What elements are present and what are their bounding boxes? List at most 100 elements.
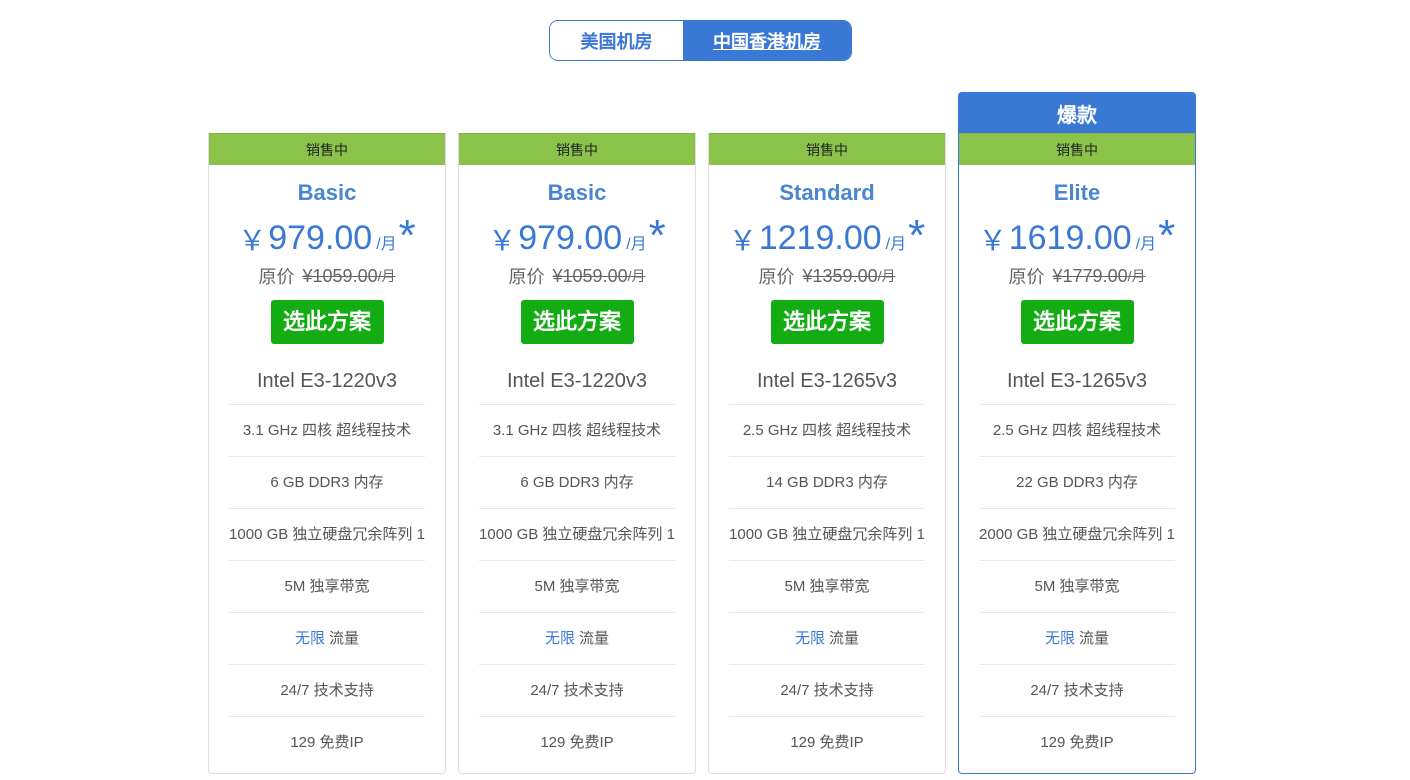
original-price-amount: ¥1779.00 [1052,265,1128,286]
original-price-amount: ¥1059.00 [302,265,378,286]
price-amount: 1219.00 [758,219,882,257]
traffic-label: 流量 [329,630,360,647]
spec-traffic: 无限 流量 [479,613,675,665]
currency-symbol: ￥ [978,225,1007,256]
button-wrap: 选此方案 [459,300,695,344]
traffic-highlight: 无限 [544,630,575,647]
spec-cpu-speed: 2.5 GHz 四核 超线程技术 [729,405,925,457]
original-price: 原价 ¥1359.00/月 [709,264,945,288]
spec-bandwidth: 5M 独享带宽 [979,561,1175,613]
datacenter-tabs: 美国机房 中国香港机房 [549,20,852,61]
price-unit: /月 [1135,236,1157,253]
cpu-model: Intel E3-1265v3 [729,358,925,405]
spec-storage: 1000 GB 独立硬盘冗余阵列 1 [479,509,675,561]
price: ￥ 1219.00 /月 * [709,214,945,258]
spec-traffic: 无限 流量 [229,613,425,665]
cpu-model: Intel E3-1220v3 [229,358,425,405]
spec-support: 24/7 技术支持 [479,665,675,717]
plan-name: Basic [547,180,607,205]
spec-list: Intel E3-1220v3 3.1 GHz 四核 超线程技术 6 GB DD… [479,358,675,768]
spec-bandwidth: 5M 独享带宽 [229,561,425,613]
spec-bandwidth: 5M 独享带宽 [729,561,925,613]
original-price-amount: ¥1359.00 [802,265,878,286]
price: ￥ 979.00 /月 * [459,214,695,258]
select-plan-button[interactable]: 选此方案 [770,300,884,344]
original-price-label: 原价 [258,267,295,287]
button-wrap: 选此方案 [709,300,945,344]
plan-card: 销售中 Standard ￥ 1219.00 /月 * 原价 ¥1359.00/… [708,133,946,774]
hot-badge: 爆款 [958,92,1196,134]
status-badge: 销售中 [709,133,945,165]
tab-hk-datacenter[interactable]: 中国香港机房 [683,21,851,60]
spec-ips: 129 免费IP [790,734,864,751]
traffic-label: 流量 [579,630,610,647]
price: ￥ 1619.00 /月 * [959,214,1195,258]
original-price: 原价 ¥1059.00/月 [459,264,695,288]
price-amount: 979.00 [268,219,373,257]
price-unit: /月 [885,236,907,253]
spec-ips: 129 免费IP [540,734,614,751]
select-plan-button[interactable]: 选此方案 [270,300,384,344]
traffic-highlight: 无限 [1044,630,1075,647]
spec-cpu-speed: 3.1 GHz 四核 超线程技术 [479,405,675,457]
traffic-label: 流量 [829,630,860,647]
button-wrap: 选此方案 [209,300,445,344]
spec-list: Intel E3-1220v3 3.1 GHz 四核 超线程技术 6 GB DD… [229,358,425,768]
plan-card-featured: 销售中 Elite ￥ 1619.00 /月 * 原价 ¥1779.00/月 选… [958,133,1196,774]
cpu-model: Intel E3-1220v3 [479,358,675,405]
original-price: 原价 ¥1059.00/月 [209,264,445,288]
cpu-model: Intel E3-1265v3 [979,358,1175,405]
spec-storage: 1000 GB 独立硬盘冗余阵列 1 [729,509,925,561]
spec-list: Intel E3-1265v3 2.5 GHz 四核 超线程技术 14 GB D… [729,358,925,768]
spec-traffic: 无限 流量 [979,613,1175,665]
spec-support: 24/7 技术支持 [229,665,425,717]
plan-name: Elite [1053,180,1101,205]
plan-name: Basic [297,180,357,205]
spec-memory: 6 GB DDR3 内存 [479,457,675,509]
spec-support: 24/7 技术支持 [729,665,925,717]
status-badge: 销售中 [459,133,695,165]
original-price: 原价 ¥1779.00/月 [959,264,1195,288]
asterisk-icon: * [398,211,416,260]
price-unit: /月 [626,236,647,253]
asterisk-icon: * [908,211,926,260]
traffic-label: 流量 [1079,630,1110,647]
tab-us-datacenter[interactable]: 美国机房 [550,21,683,60]
spec-list: Intel E3-1265v3 2.5 GHz 四核 超线程技术 22 GB D… [979,358,1175,768]
spec-traffic: 无限 流量 [729,613,925,665]
select-plan-button[interactable]: 选此方案 [520,300,634,344]
spec-memory: 22 GB DDR3 内存 [979,457,1175,509]
price-amount: 1619.00 [1008,219,1132,257]
spec-bandwidth: 5M 独享带宽 [479,561,675,613]
spec-memory: 14 GB DDR3 内存 [729,457,925,509]
plan-card: 销售中 Basic ￥ 979.00 /月 * 原价 ¥1059.00/月 选此… [208,133,446,774]
original-price-unit: /月 [877,268,896,284]
spec-memory: 6 GB DDR3 内存 [229,457,425,509]
button-wrap: 选此方案 [959,300,1195,344]
price-amount: 979.00 [518,219,623,257]
original-price-label: 原价 [758,267,795,287]
asterisk-icon: * [1158,211,1176,260]
traffic-highlight: 无限 [294,630,325,647]
original-price-unit: /月 [1127,268,1146,284]
spec-ips: 129 免费IP [290,734,364,751]
select-plan-button[interactable]: 选此方案 [1020,300,1134,344]
currency-symbol: ￥ [488,225,517,256]
original-price-label: 原价 [1008,267,1045,287]
traffic-highlight: 无限 [794,630,825,647]
pricing-page: 美国机房 中国香港机房 爆款 销售中 Basic ￥ 979.00 /月 * 原… [0,0,1410,780]
asterisk-icon: * [648,211,666,260]
currency-symbol: ￥ [238,225,267,256]
spec-cpu-speed: 3.1 GHz 四核 超线程技术 [229,405,425,457]
price: ￥ 979.00 /月 * [209,214,445,258]
original-price-label: 原价 [508,267,545,287]
original-price-unit: /月 [627,268,646,284]
spec-support: 24/7 技术支持 [979,665,1175,717]
status-badge: 销售中 [209,133,445,165]
spec-storage: 2000 GB 独立硬盘冗余阵列 1 [979,509,1175,561]
plan-card: 销售中 Basic ￥ 979.00 /月 * 原价 ¥1059.00/月 选此… [458,133,696,774]
status-badge: 销售中 [959,133,1195,165]
plan-name: Standard [779,180,875,205]
spec-cpu-speed: 2.5 GHz 四核 超线程技术 [979,405,1175,457]
currency-symbol: ￥ [728,225,757,256]
